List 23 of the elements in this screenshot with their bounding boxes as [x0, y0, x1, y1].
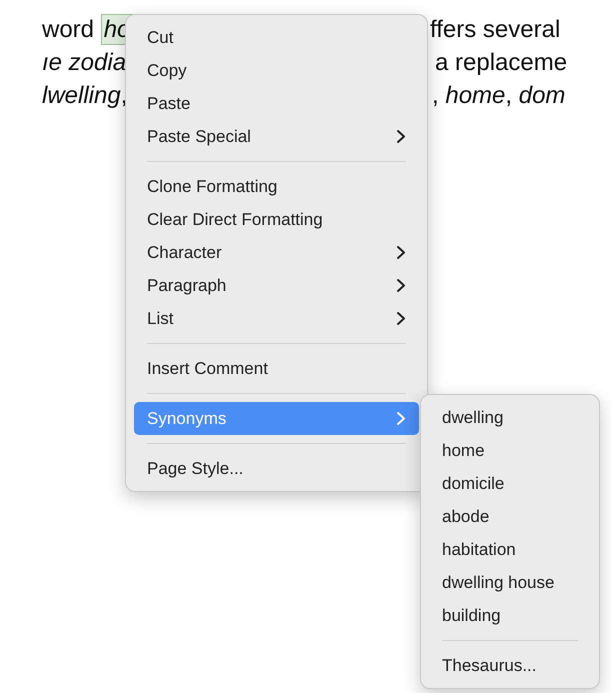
menu-item[interactable]: home	[429, 434, 591, 467]
menu-item[interactable]: building	[429, 599, 591, 632]
document-text: ffers several	[430, 15, 560, 45]
document-text: , home, dom	[432, 81, 566, 111]
menu-item[interactable]: Thesaurus...	[429, 649, 591, 682]
menu-item[interactable]: Clear Direct Formatting	[134, 203, 419, 236]
menu-item[interactable]: dwelling	[429, 401, 591, 434]
menu-item[interactable]: domicile	[429, 467, 591, 500]
document-text: ıe zodia	[42, 48, 126, 78]
menu-item[interactable]: Copy	[134, 54, 419, 87]
menu-item[interactable]: Insert Comment	[134, 352, 419, 385]
menu-item[interactable]: Paragraph	[134, 269, 419, 302]
menu-item[interactable]: Page Style...	[134, 452, 419, 485]
menu-item[interactable]: Character	[134, 236, 419, 269]
menu-item[interactable]: dwelling house	[429, 566, 591, 599]
document-text: word	[42, 15, 96, 45]
document-text: a replaceme	[435, 48, 568, 78]
menu-item[interactable]: habitation	[429, 533, 591, 566]
menu-item[interactable]: abode	[429, 500, 591, 533]
menu-item[interactable]: Paste Special	[134, 120, 419, 153]
menu-item[interactable]: Clone Formatting	[134, 170, 419, 203]
menu-item[interactable]: List	[134, 302, 419, 335]
menu-item[interactable]: Paste	[134, 87, 419, 120]
